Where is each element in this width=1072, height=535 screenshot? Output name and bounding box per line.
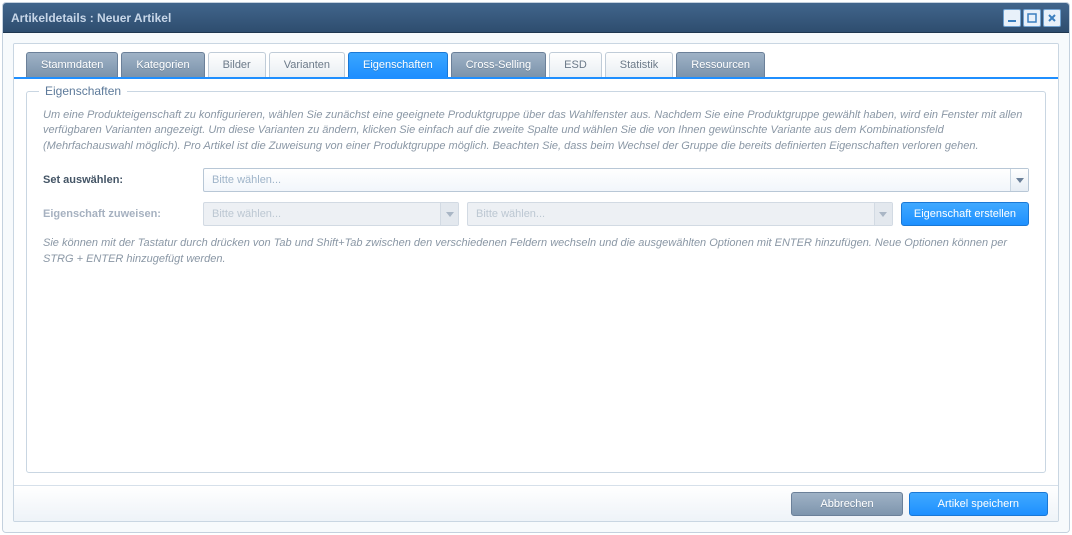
tab-esd[interactable]: ESD: [549, 52, 602, 77]
assign-property-row: Eigenschaft zuweisen: Bitte wählen... Bi…: [43, 202, 1029, 226]
create-property-button[interactable]: Eigenschaft erstellen: [901, 202, 1029, 226]
assign-property-combo-1[interactable]: Bitte wählen...: [203, 202, 459, 226]
article-details-window: Artikeldetails : Neuer Artikel Stammdate…: [2, 2, 1070, 533]
maximize-icon: [1026, 12, 1038, 24]
tab-bilder[interactable]: Bilder: [208, 52, 266, 77]
window-title: Artikeldetails : Neuer Artikel: [11, 11, 1003, 25]
footer-bar: Abbrechen Artikel speichern: [14, 485, 1058, 521]
assign-placeholder-2: Bitte wählen...: [476, 208, 874, 220]
set-select-label: Set auswählen:: [43, 174, 203, 186]
chevron-down-icon: [1016, 178, 1024, 183]
tab-statistik[interactable]: Statistik: [605, 52, 674, 77]
maximize-button[interactable]: [1023, 9, 1041, 27]
tab-varianten[interactable]: Varianten: [269, 52, 345, 77]
tab-kategorien[interactable]: Kategorien: [121, 52, 204, 77]
tab-stammdaten[interactable]: Stammdaten: [26, 52, 118, 77]
close-icon: [1046, 12, 1058, 24]
assign-combo-group: Bitte wählen... Bitte wählen...: [203, 202, 1029, 226]
minimize-icon: [1006, 12, 1018, 24]
chevron-down-icon: [446, 212, 454, 217]
tab-content: Eigenschaften Um eine Produkteigenschaft…: [14, 79, 1058, 485]
assign-placeholder-1: Bitte wählen...: [212, 208, 440, 220]
title-bar: Artikeldetails : Neuer Artikel: [3, 3, 1069, 33]
assign-trigger-2[interactable]: [874, 203, 892, 225]
set-select-placeholder: Bitte wählen...: [212, 174, 1010, 186]
tab-eigenschaften[interactable]: Eigenschaften: [348, 52, 448, 77]
save-button[interactable]: Artikel speichern: [909, 492, 1048, 516]
fieldset-legend: Eigenschaften: [39, 84, 127, 98]
chevron-down-icon: [879, 212, 887, 217]
tabs-bar: Stammdaten Kategorien Bilder Varianten E…: [14, 44, 1058, 79]
inner-panel: Stammdaten Kategorien Bilder Varianten E…: [13, 43, 1059, 522]
assign-property-label: Eigenschaft zuweisen:: [43, 208, 203, 220]
keyboard-hint-text: Sie können mit der Tastatur durch drücke…: [43, 236, 1029, 267]
set-select-trigger[interactable]: [1010, 169, 1028, 191]
minimize-button[interactable]: [1003, 9, 1021, 27]
fieldset-info-text: Um eine Produkteigenschaft zu konfigurie…: [43, 108, 1029, 154]
eigenschaften-fieldset: Eigenschaften Um eine Produkteigenschaft…: [26, 91, 1046, 473]
tab-ressourcen[interactable]: Ressourcen: [676, 52, 765, 77]
window-controls: [1003, 9, 1061, 27]
set-select-row: Set auswählen: Bitte wählen...: [43, 168, 1029, 192]
content-area: Stammdaten Kategorien Bilder Varianten E…: [3, 33, 1069, 532]
cancel-button[interactable]: Abbrechen: [791, 492, 902, 516]
assign-trigger-1[interactable]: [440, 203, 458, 225]
assign-property-combo-2[interactable]: Bitte wählen...: [467, 202, 893, 226]
set-select-combo[interactable]: Bitte wählen...: [203, 168, 1029, 192]
tab-cross-selling[interactable]: Cross-Selling: [451, 52, 546, 77]
close-button[interactable]: [1043, 9, 1061, 27]
